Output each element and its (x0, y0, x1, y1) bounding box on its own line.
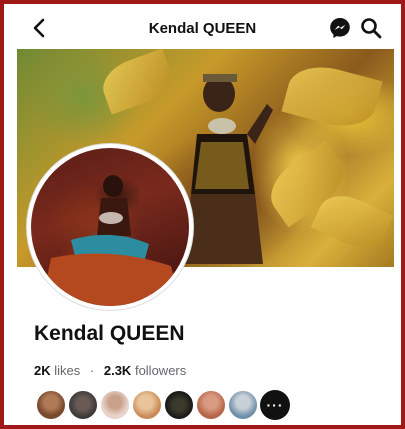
profile-avatar-image (31, 148, 189, 306)
followers-label[interactable]: followers (135, 363, 186, 378)
likes-count[interactable]: 2K (34, 363, 51, 378)
friend-avatar[interactable] (164, 390, 194, 420)
friend-avatar[interactable] (36, 390, 66, 420)
friend-avatar[interactable] (100, 390, 130, 420)
stats-separator: · (89, 363, 95, 378)
friends-row: ··· (36, 390, 290, 422)
friend-avatar[interactable] (196, 390, 226, 420)
followers-count[interactable]: 2.3K (104, 363, 131, 378)
friend-avatar[interactable] (132, 390, 162, 420)
friend-avatar[interactable] (228, 390, 258, 420)
cover-leaf (96, 49, 178, 115)
more-friends-button[interactable]: ··· (260, 390, 290, 420)
friend-avatar[interactable] (68, 390, 98, 420)
messenger-icon[interactable] (328, 16, 352, 40)
cover-leaf (281, 58, 383, 135)
profile-name: Kendal QUEEN (34, 322, 185, 345)
search-icon[interactable] (359, 16, 383, 40)
profile-avatar[interactable] (27, 144, 193, 310)
app-frame: Kendal QUEEN Kendal QUEEN 2K likes · 2.3… (0, 0, 405, 429)
profile-stats: 2K likes · 2.3K followers (34, 363, 186, 378)
likes-label[interactable]: likes (54, 363, 80, 378)
top-bar: Kendal QUEEN (8, 8, 397, 48)
